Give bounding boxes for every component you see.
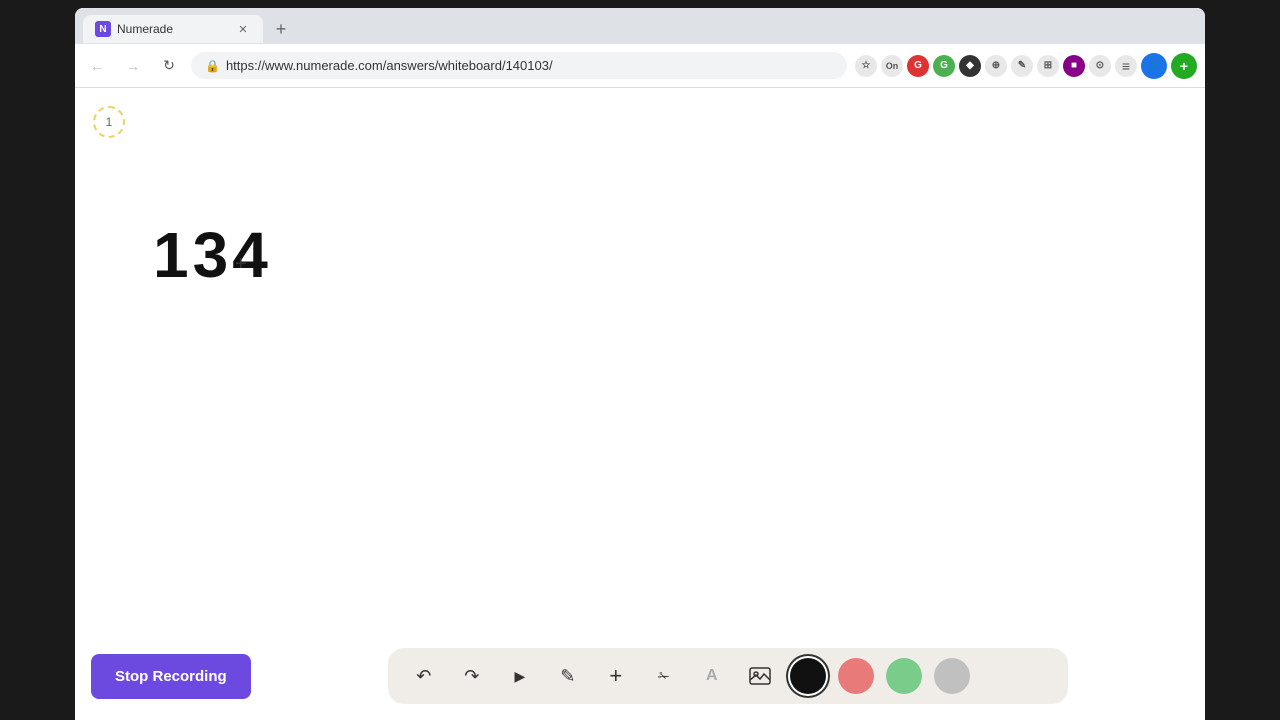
- ext-6[interactable]: ✎: [1011, 55, 1033, 77]
- ext-3[interactable]: G: [933, 55, 955, 77]
- tab-bar: N Numerade ✕ +: [75, 8, 1205, 44]
- lock-icon: 🔒: [205, 59, 220, 73]
- url-bar[interactable]: 🔒 https://www.numerade.com/answers/white…: [191, 52, 847, 79]
- forward-button[interactable]: →: [119, 52, 147, 80]
- undo-button[interactable]: ↶: [406, 658, 442, 694]
- pen-tool-button[interactable]: ✎: [550, 658, 586, 694]
- image-tool-button[interactable]: [742, 658, 778, 694]
- ext-profile[interactable]: 👤: [1141, 53, 1167, 79]
- color-pink-swatch[interactable]: [838, 658, 874, 694]
- url-text: https://www.numerade.com/answers/whitebo…: [226, 58, 553, 73]
- color-green-swatch[interactable]: [886, 658, 922, 694]
- bottom-toolbar-wrapper: Stop Recording ↶ ↷ ▶ ✎ + ✁ A: [75, 640, 1205, 720]
- refresh-button[interactable]: ↻: [155, 52, 183, 80]
- whiteboard-content: 134: [153, 218, 272, 292]
- stop-recording-button[interactable]: Stop Recording: [91, 654, 251, 699]
- ext-4[interactable]: ◆: [959, 55, 981, 77]
- tab-title: Numerade: [117, 22, 173, 36]
- color-gray-swatch[interactable]: [934, 658, 970, 694]
- tab-favicon: N: [95, 21, 111, 37]
- ext-bookmark[interactable]: ☆: [855, 55, 877, 77]
- new-tab-button[interactable]: +: [267, 15, 295, 43]
- page-number: 1: [106, 115, 113, 129]
- browser-actions: ☆ On G G ◆ ⊕ ✎ ⊞ ■ ⊙ ≡ 👤 +: [855, 53, 1197, 79]
- browser-tab[interactable]: N Numerade ✕: [83, 15, 263, 43]
- ext-9[interactable]: ⊙: [1089, 55, 1111, 77]
- page-indicator: 1: [93, 106, 125, 138]
- ext-8[interactable]: ■: [1063, 55, 1085, 77]
- whiteboard-area[interactable]: 1 134 Stop Recording ↶ ↷ ▶ ✎ + ✁ A: [75, 88, 1205, 720]
- browser-window: N Numerade ✕ + ← → ↻ 🔒 https://www.numer…: [75, 8, 1205, 720]
- ext-10[interactable]: ≡: [1115, 55, 1137, 77]
- ext-1[interactable]: On: [881, 55, 903, 77]
- eraser-tool-button[interactable]: ✁: [646, 658, 682, 694]
- address-bar: ← → ↻ 🔒 https://www.numerade.com/answers…: [75, 44, 1205, 88]
- ext-plus[interactable]: +: [1171, 53, 1197, 79]
- drawing-toolbar: ↶ ↷ ▶ ✎ + ✁ A: [388, 648, 1068, 704]
- text-tool-button[interactable]: A: [694, 658, 730, 694]
- ext-2[interactable]: G: [907, 55, 929, 77]
- tab-close-button[interactable]: ✕: [235, 21, 251, 37]
- add-button[interactable]: +: [598, 658, 634, 694]
- back-button[interactable]: ←: [83, 52, 111, 80]
- color-black-swatch[interactable]: [790, 658, 826, 694]
- ext-7[interactable]: ⊞: [1037, 55, 1059, 77]
- select-tool-button[interactable]: ▶: [502, 658, 538, 694]
- ext-5[interactable]: ⊕: [985, 55, 1007, 77]
- redo-button[interactable]: ↷: [454, 658, 490, 694]
